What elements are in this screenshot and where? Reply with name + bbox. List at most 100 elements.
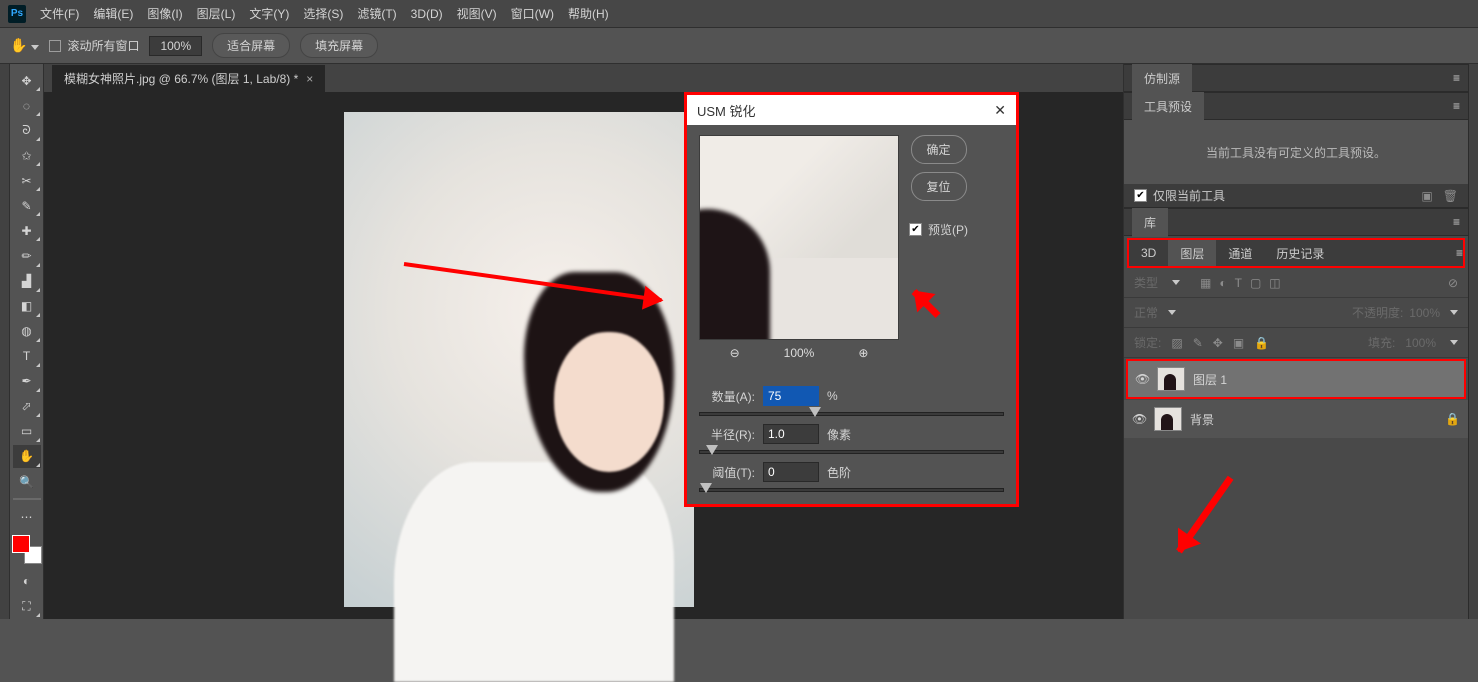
ok-button[interactable]: 确定 — [911, 135, 967, 164]
screen-mode[interactable]: ⛶ — [13, 595, 41, 618]
filter-kind-label[interactable]: 类型 — [1134, 274, 1158, 291]
blend-mode[interactable]: 正常 — [1134, 304, 1158, 321]
zoom-level-box[interactable]: 100% — [149, 36, 202, 56]
tab-layers[interactable]: 图层 — [1168, 240, 1216, 266]
eyedropper-tool[interactable]: ✎ — [13, 194, 41, 217]
marquee-tool[interactable]: ◌ — [13, 94, 41, 117]
preview-checkbox[interactable]: ✔ — [909, 223, 922, 236]
canvas[interactable]: USM 锐化 ✕ ⊖ 100% ⊕ — [44, 92, 1123, 619]
filter-toggle[interactable]: ⊘ — [1448, 276, 1458, 290]
collapsed-panel-strip-left[interactable] — [0, 64, 10, 619]
layer-name[interactable]: 背景 — [1190, 411, 1214, 428]
close-tab-icon[interactable]: × — [306, 72, 313, 86]
menu-layer[interactable]: 图层(L) — [197, 5, 236, 22]
filter-adjust-icon[interactable]: ◐ — [1219, 276, 1226, 290]
delete-preset-icon[interactable]: 🗑 — [1443, 189, 1458, 203]
menu-view[interactable]: 视图(V) — [457, 5, 497, 22]
menu-image[interactable]: 图像(I) — [147, 5, 182, 22]
menu-window[interactable]: 窗口(W) — [511, 5, 554, 22]
panel-menu-icon[interactable]: ≡ — [1456, 246, 1463, 260]
radius-input[interactable]: 1.0 — [763, 424, 819, 444]
clone-source-tab[interactable]: 仿制源 — [1132, 64, 1192, 93]
clone-source-panel-header[interactable]: 仿制源 ≡ — [1124, 64, 1468, 92]
dialog-close-icon[interactable]: ✕ — [994, 102, 1006, 119]
pen-tool[interactable]: ✒ — [13, 370, 41, 393]
lock-artboard-icon[interactable]: ▣ — [1233, 336, 1244, 350]
hand-tool[interactable]: ✋ — [13, 445, 41, 468]
tab-history[interactable]: 历史记录 — [1264, 240, 1336, 266]
menu-type[interactable]: 文字(Y) — [249, 5, 289, 22]
hand-tool-icon[interactable]: ✋ — [10, 37, 39, 54]
filter-smart-icon[interactable]: ◫ — [1269, 276, 1280, 290]
library-tab[interactable]: 库 — [1132, 208, 1168, 237]
radius-slider[interactable] — [699, 450, 1004, 454]
new-preset-icon[interactable]: ▣ — [1421, 189, 1432, 203]
zoom-out-icon[interactable]: ⊖ — [730, 346, 740, 360]
scroll-all-checkbox[interactable] — [49, 40, 61, 52]
tab-channels[interactable]: 通道 — [1216, 240, 1264, 266]
lasso-tool[interactable]: ᘐ — [13, 119, 41, 142]
document-tab[interactable]: 模糊女神照片.jpg @ 66.7% (图层 1, Lab/8) * × — [52, 65, 325, 92]
menu-edit[interactable]: 编辑(E) — [93, 5, 133, 22]
healing-tool[interactable]: ✚ — [13, 219, 41, 242]
amount-input[interactable]: 75 — [763, 386, 819, 406]
layer-row[interactable]: 👁 背景 🔒 — [1124, 400, 1468, 438]
menu-select[interactable]: 选择(S) — [303, 5, 343, 22]
layer-thumbnail[interactable] — [1154, 407, 1182, 431]
foreground-color[interactable] — [12, 535, 30, 553]
dialog-preview[interactable] — [699, 135, 899, 340]
panel-menu-icon[interactable]: ≡ — [1453, 215, 1460, 229]
menu-filter[interactable]: 滤镜(T) — [357, 5, 396, 22]
layer-thumbnail[interactable] — [1157, 367, 1185, 391]
menu-help[interactable]: 帮助(H) — [568, 5, 609, 22]
threshold-slider[interactable] — [699, 488, 1004, 492]
color-swatches[interactable] — [12, 535, 42, 564]
edit-toolbar[interactable]: ⋯ — [13, 505, 41, 528]
preview-toggle[interactable]: ✔ 预览(P) — [909, 221, 968, 238]
fill-screen-button[interactable]: 填充屏幕 — [300, 33, 378, 58]
visibility-icon[interactable]: 👁 — [1135, 372, 1149, 386]
crop-tool[interactable]: ✂ — [13, 169, 41, 192]
zoom-tool[interactable]: 🔍 — [13, 470, 41, 493]
collapsed-panel-strip-right[interactable] — [1468, 64, 1478, 619]
filter-shape-icon[interactable]: ▢ — [1250, 276, 1261, 290]
threshold-input[interactable]: 0 — [763, 462, 819, 482]
dialog-titlebar[interactable]: USM 锐化 ✕ — [687, 95, 1016, 125]
library-panel-header[interactable]: 库 ≡ — [1124, 208, 1468, 236]
menu-3d[interactable]: 3D(D) — [411, 7, 443, 21]
move-tool[interactable]: ✥ — [13, 69, 41, 92]
quick-mask-toggle[interactable]: ◐ — [13, 570, 41, 593]
brush-tool[interactable]: ✏ — [13, 244, 41, 267]
menu-file[interactable]: 文件(F) — [40, 5, 79, 22]
filter-type-icon[interactable]: T — [1235, 276, 1242, 290]
tool-presets-panel-header[interactable]: 工具预设 ≡ — [1124, 92, 1468, 120]
tab-3d[interactable]: 3D — [1129, 240, 1168, 266]
fit-screen-button[interactable]: 适合屏幕 — [212, 33, 290, 58]
opacity-value[interactable]: 100% — [1409, 306, 1440, 320]
tool-presets-tab[interactable]: 工具预设 — [1132, 92, 1204, 121]
path-select-tool[interactable]: ⬀ — [13, 395, 41, 418]
layer-row[interactable]: 👁 图层 1 — [1127, 360, 1465, 398]
scroll-all-windows[interactable]: 滚动所有窗口 — [49, 37, 139, 54]
reset-button[interactable]: 复位 — [911, 172, 967, 201]
lock-all-icon[interactable]: 🔒 — [1254, 336, 1269, 350]
amount-unit: % — [827, 389, 838, 403]
panel-menu-icon[interactable]: ≡ — [1453, 71, 1460, 85]
shape-tool[interactable]: ▭ — [13, 420, 41, 443]
only-current-checkbox[interactable]: ✔ — [1134, 189, 1147, 202]
layer-name[interactable]: 图层 1 — [1193, 371, 1227, 388]
lock-pos-icon[interactable]: ✥ — [1213, 336, 1223, 350]
lock-paint-icon[interactable]: ✎ — [1193, 336, 1203, 350]
lock-trans-icon[interactable]: ▨ — [1171, 336, 1182, 350]
stamp-tool[interactable]: ▟ — [13, 270, 41, 293]
quick-select-tool[interactable]: ✩ — [13, 144, 41, 167]
visibility-icon[interactable]: 👁 — [1132, 412, 1146, 426]
filter-pixel-icon[interactable]: ▦ — [1200, 276, 1211, 290]
eraser-tool[interactable]: ◧ — [13, 295, 41, 318]
amount-slider[interactable] — [699, 412, 1004, 416]
zoom-in-icon[interactable]: ⊕ — [858, 346, 868, 360]
panel-menu-icon[interactable]: ≡ — [1453, 99, 1460, 113]
type-tool[interactable]: T — [13, 345, 41, 368]
gradient-tool[interactable]: ◍ — [13, 320, 41, 343]
fill-value[interactable]: 100% — [1405, 336, 1436, 350]
